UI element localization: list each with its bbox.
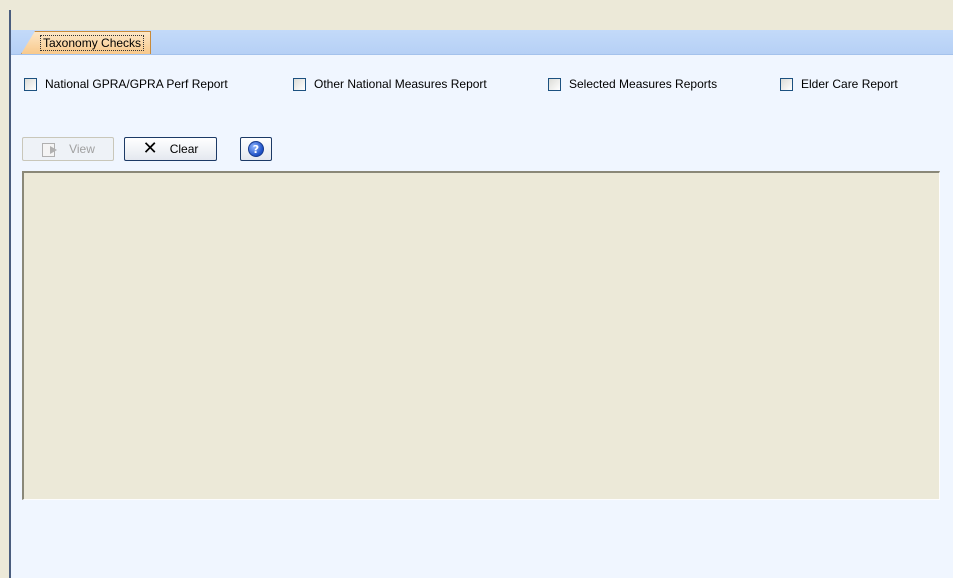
- help-button[interactable]: ?: [240, 137, 272, 161]
- top-strip: [11, 10, 953, 30]
- help-icon: ?: [248, 141, 264, 157]
- checkbox-label: Elder Care Report: [801, 77, 898, 91]
- clear-button[interactable]: ✕ Clear: [124, 137, 217, 161]
- checkbox-selected-measures[interactable]: Selected Measures Reports: [548, 76, 717, 92]
- checkbox-label: National GPRA/GPRA Perf Report: [45, 77, 228, 91]
- x-icon: ✕: [142, 138, 158, 159]
- checkbox-box[interactable]: [548, 77, 561, 91]
- checkbox-other-national-measures[interactable]: Other National Measures Report: [293, 76, 487, 92]
- view-button-label: View: [69, 142, 95, 156]
- checkbox-box[interactable]: [780, 77, 793, 91]
- tab-strip: [11, 30, 953, 55]
- checkbox-box[interactable]: [293, 77, 306, 91]
- checkbox-national-gpra[interactable]: National GPRA/GPRA Perf Report: [24, 76, 228, 92]
- tab-taxonomy-checks[interactable]: Taxonomy Checks: [21, 31, 152, 54]
- checkbox-label: Selected Measures Reports: [569, 77, 718, 91]
- application-window: Taxonomy Checks National GPRA/GPRA Perf …: [0, 0, 953, 578]
- checkbox-box[interactable]: [24, 77, 37, 91]
- report-display-panel: [22, 171, 940, 500]
- view-button[interactable]: View: [22, 137, 114, 161]
- tab-label: Taxonomy Checks: [40, 35, 145, 51]
- checkbox-label: Other National Measures Report: [314, 77, 487, 91]
- view-document-arrow-icon: [41, 142, 59, 157]
- clear-button-label: Clear: [169, 142, 199, 156]
- checkbox-elder-care[interactable]: Elder Care Report: [780, 76, 898, 92]
